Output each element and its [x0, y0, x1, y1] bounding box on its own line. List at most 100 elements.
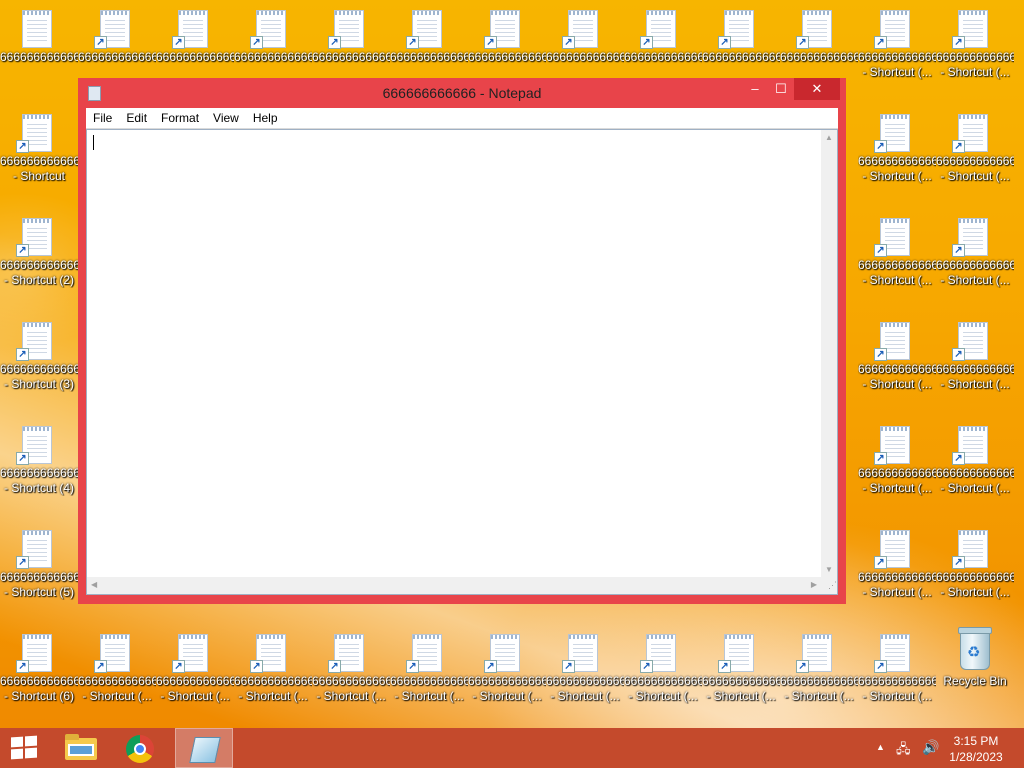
network-icon[interactable]: 🖧 [896, 740, 911, 762]
shortcut-arrow-icon: ↗ [484, 660, 497, 673]
shortcut-arrow-icon: ↗ [94, 660, 107, 673]
shortcut-arrow-icon: ↗ [406, 660, 419, 673]
horizontal-scrollbar[interactable]: ◀ ▶ [87, 577, 821, 594]
desktop-icon-shortcut[interactable]: ↗ 666666666666- Shortcut (... [858, 624, 936, 724]
desktop-icon-shortcut[interactable]: ↗ 666666666666- Shortcut (... [234, 624, 312, 724]
scroll-right-icon[interactable]: ▶ [811, 580, 817, 589]
desktop-icon-shortcut-6[interactable]: ↗ 666666666666- Shortcut (6) [0, 624, 78, 724]
title-bar[interactable]: 666666666666 - Notepad ‒ ☐ ✕ [78, 78, 846, 108]
desktop-icon-shortcut[interactable]: ↗ 666666666666- Shortcut (... [936, 208, 1014, 308]
desktop-icon-shortcut[interactable]: ↗ 666666666666- Shortcut (... [858, 104, 936, 204]
desktop-icon-shortcut[interactable]: ↗ 666666666666- Shortcut [0, 104, 78, 204]
chrome-button[interactable] [115, 728, 167, 768]
icon-label: 666666666666- Shortcut (... [156, 674, 234, 703]
desktop-icon-shortcut[interactable]: ↗ 666666666666- Shortcut (... [624, 624, 702, 724]
shortcut-arrow-icon: ↗ [874, 36, 887, 49]
icon-label: 666666666666 [156, 50, 234, 64]
show-hidden-icons-chevron-icon[interactable]: ▲ [876, 742, 885, 752]
icon-label: 666666666666- Shortcut (... [936, 50, 1014, 79]
desktop-icon-shortcut[interactable]: ↗ 666666666666- Shortcut (... [936, 416, 1014, 516]
menu-file[interactable]: File [86, 108, 119, 126]
scroll-up-icon[interactable]: ▲ [825, 133, 833, 142]
scroll-down-icon[interactable]: ▼ [825, 565, 833, 574]
shortcut-arrow-icon: ↗ [874, 660, 887, 673]
desktop-icon-shortcut[interactable]: ↗ 666666666666- Shortcut (... [936, 312, 1014, 412]
resize-grip-icon[interactable]: ⋰ [821, 577, 837, 594]
clock-time[interactable]: 3:15 PM [944, 734, 1008, 748]
close-button[interactable]: ✕ [794, 78, 840, 100]
icon-label: 666666666666 [546, 50, 624, 64]
shortcut-arrow-icon: ↗ [16, 660, 29, 673]
shortcut-arrow-icon: ↗ [952, 348, 965, 361]
desktop-icon-shortcut[interactable]: ↗ 666666666666- Shortcut (... [858, 208, 936, 308]
vertical-scrollbar[interactable]: ▲ ▼ [821, 130, 837, 577]
maximize-button[interactable]: ☐ [768, 78, 794, 100]
shortcut-arrow-icon: ↗ [250, 660, 263, 673]
icon-label: 666666666666- Shortcut (3) [0, 362, 78, 391]
notepad-taskbar-button[interactable] [175, 728, 233, 768]
icon-label: 666666666666- Shortcut (... [546, 674, 624, 703]
shortcut-arrow-icon: ↗ [16, 452, 29, 465]
icon-label: 666666666666- Shortcut (... [390, 674, 468, 703]
desktop-icon-shortcut[interactable]: ↗ 666666666666- Shortcut (... [858, 312, 936, 412]
file-explorer-button[interactable] [55, 728, 107, 768]
desktop-icon-shortcut[interactable]: ↗ 666666666666- Shortcut (... [936, 104, 1014, 204]
icon-label: 666666666666- Shortcut (... [858, 50, 936, 79]
shortcut-arrow-icon: ↗ [328, 36, 341, 49]
desktop-icon-shortcut[interactable]: ↗ 666666666666- Shortcut (... [468, 624, 546, 724]
desktop-icon-shortcut-2[interactable]: ↗ 666666666666- Shortcut (2) [0, 208, 78, 308]
desktop-icon-shortcut[interactable]: ↗ 666666666666- Shortcut (... [858, 520, 936, 620]
volume-icon[interactable]: 🔊 [922, 739, 939, 756]
recycle-bin[interactable]: Recycle Bin [936, 624, 1014, 724]
icon-label: 666666666666- Shortcut (... [468, 674, 546, 703]
icon-label: 666666666666- Shortcut (... [858, 362, 936, 391]
desktop-icon-shortcut[interactable]: ↗ 666666666666- Shortcut (... [858, 0, 936, 100]
desktop-icon-shortcut[interactable]: ↗ 666666666666- Shortcut (... [546, 624, 624, 724]
shortcut-arrow-icon: ↗ [796, 660, 809, 673]
clock-date[interactable]: 1/28/2023 [944, 750, 1008, 764]
desktop-icon-shortcut[interactable]: ↗ 666666666666- Shortcut (... [780, 624, 858, 724]
icon-label: 666666666666- Shortcut (5) [0, 570, 78, 599]
shortcut-arrow-icon: ↗ [796, 36, 809, 49]
desktop-icon-shortcut-4[interactable]: ↗ 666666666666- Shortcut (4) [0, 416, 78, 516]
icon-label: 666666666666- Shortcut (... [312, 674, 390, 703]
icon-label: 666666666666- Shortcut (4) [0, 466, 78, 495]
desktop-icon-shortcut-5[interactable]: ↗ 666666666666- Shortcut (5) [0, 520, 78, 620]
shortcut-arrow-icon: ↗ [718, 36, 731, 49]
shortcut-arrow-icon: ↗ [16, 140, 29, 153]
scroll-left-icon[interactable]: ◀ [91, 580, 97, 589]
windows-logo-icon [11, 735, 39, 760]
desktop-icon-shortcut[interactable]: ↗ 666666666666- Shortcut (... [78, 624, 156, 724]
shortcut-arrow-icon: ↗ [640, 36, 653, 49]
shortcut-arrow-icon: ↗ [952, 452, 965, 465]
icon-label: 666666666666 [702, 50, 780, 64]
icon-label: 666666666666- Shortcut (... [780, 674, 858, 703]
menu-view[interactable]: View [206, 108, 246, 126]
desktop-icon-shortcut-3[interactable]: ↗ 666666666666- Shortcut (3) [0, 312, 78, 412]
minimize-button[interactable]: ‒ [742, 78, 768, 100]
folder-icon [65, 734, 97, 760]
menu-edit[interactable]: Edit [119, 108, 154, 126]
desktop-icon-shortcut[interactable]: ↗ 666666666666- Shortcut (... [936, 520, 1014, 620]
shortcut-arrow-icon: ↗ [874, 348, 887, 361]
menu-bar: File Edit Format View Help [86, 108, 838, 129]
desktop-icon-file[interactable]: 666666666666 [0, 0, 78, 100]
icon-label: 666666666666- Shortcut (... [936, 154, 1014, 183]
menu-format[interactable]: Format [154, 108, 206, 126]
desktop-icon-shortcut[interactable]: ↗ 666666666666- Shortcut (... [312, 624, 390, 724]
desktop-icon-shortcut[interactable]: ↗ 666666666666- Shortcut (... [156, 624, 234, 724]
icon-label: 666666666666- Shortcut (6) [0, 674, 78, 703]
icon-label: 666666666666- Shortcut (... [858, 154, 936, 183]
icon-label: 666666666666 [624, 50, 702, 64]
desktop-icon-shortcut[interactable]: ↗ 666666666666- Shortcut (... [936, 0, 1014, 100]
icon-label: 666666666666- Shortcut (... [234, 674, 312, 703]
shortcut-arrow-icon: ↗ [16, 244, 29, 257]
start-button[interactable] [0, 728, 52, 768]
text-editor[interactable]: ▲ ▼ ◀ ▶ ⋰ [86, 129, 838, 595]
menu-help[interactable]: Help [246, 108, 285, 126]
desktop-icon-shortcut[interactable]: ↗ 666666666666- Shortcut (... [390, 624, 468, 724]
desktop-icon-shortcut[interactable]: ↗ 666666666666- Shortcut (... [858, 416, 936, 516]
shortcut-arrow-icon: ↗ [172, 660, 185, 673]
text-file-icon [22, 10, 52, 48]
desktop-icon-shortcut[interactable]: ↗ 666666666666- Shortcut (... [702, 624, 780, 724]
